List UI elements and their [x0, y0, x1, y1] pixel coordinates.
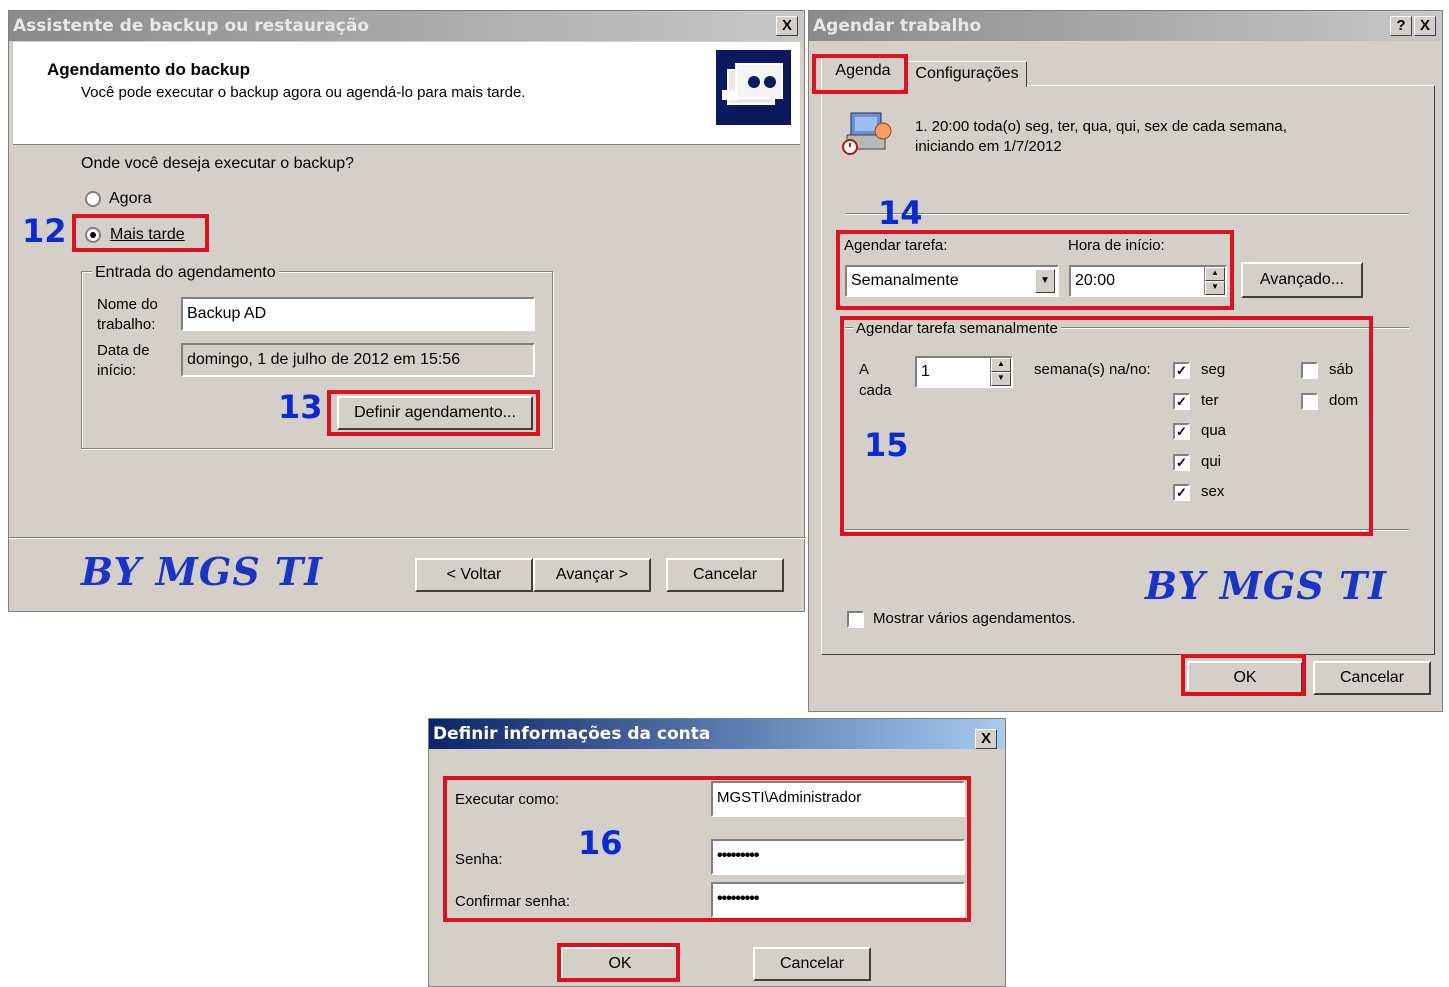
cancel-button[interactable]: Cancelar [1313, 661, 1431, 695]
step-number-13: 13 [278, 388, 323, 426]
highlight-agenda-tab [812, 54, 908, 94]
help-icon[interactable]: ? [1390, 16, 1412, 36]
job-name-label-2: trabalho: [97, 316, 156, 333]
cancel-button[interactable]: Cancelar [666, 558, 784, 592]
step-number-12: 12 [22, 212, 67, 250]
tab-settings[interactable]: Configurações [907, 61, 1027, 87]
close-icon[interactable]: X [1414, 16, 1436, 36]
start-date-field: domingo, 1 de julho de 2012 em 15:56 [181, 343, 535, 377]
back-button[interactable]: < Voltar [415, 558, 533, 592]
radio-now[interactable] [85, 191, 101, 207]
schedule-summary-line-1: 1. 20:00 toda(o) seg, ter, qua, qui, sex… [915, 118, 1287, 135]
highlight-task-time [836, 230, 1234, 310]
backup-wizard-window: Assistente de backup ou restauração X Ag… [8, 10, 806, 612]
window-title: Assistente de backup ou restauração [13, 16, 370, 36]
wizard-header: Agendamento do backup Você pode executar… [13, 42, 800, 145]
start-date-label-1: Data de [97, 342, 150, 359]
step-number-16: 16 [578, 824, 623, 862]
schedule-summary-line-2: iniciando em 1/7/2012 [915, 138, 1062, 155]
highlight-ok-account [557, 943, 680, 982]
account-info-titlebar[interactable]: Definir informações da conta [429, 719, 1005, 749]
wizard-footer-separator [9, 537, 806, 539]
watermark: BY MGS TI [1145, 563, 1388, 608]
cancel-button[interactable]: Cancelar [753, 947, 871, 981]
scheduled-task-icon [839, 109, 899, 157]
header-title: Agendamento do backup [47, 60, 251, 79]
highlight-account [443, 776, 971, 922]
schedule-entry-group-title: Entrada do agendamento [92, 264, 279, 282]
advanced-button[interactable]: Avançado... [1241, 262, 1363, 298]
show-multiple-label: Mostrar vários agendamentos. [873, 610, 1076, 627]
tab-settings-label: Configurações [915, 65, 1019, 82]
schedule-job-titlebar[interactable]: Agendar trabalho [809, 11, 1442, 41]
next-button[interactable]: Avançar > [533, 558, 651, 592]
summary-separator [845, 213, 1409, 215]
highlight-weekly [840, 316, 1373, 536]
close-icon[interactable]: X [776, 16, 798, 36]
window-title: Definir informações da conta [433, 724, 711, 744]
question-label: Onde você deseja executar o backup? [81, 155, 355, 172]
highlight-later-option [72, 214, 209, 252]
job-name-field[interactable]: Backup AD [181, 297, 535, 331]
show-multiple-checkbox[interactable] [847, 611, 864, 628]
radio-now-label: Agora [109, 190, 152, 207]
highlight-ok-schedule [1181, 654, 1306, 696]
watermark: BY MGS TI [81, 549, 324, 594]
window-title: Agendar trabalho [813, 16, 982, 36]
backup-wizard-icon [716, 50, 791, 125]
header-subtitle: Você pode executar o backup agora ou age… [81, 84, 526, 101]
close-icon[interactable]: X [975, 729, 997, 749]
step-number-15: 15 [864, 426, 909, 464]
backup-wizard-titlebar[interactable]: Assistente de backup ou restauração [9, 11, 804, 41]
start-date-label-2: início: [97, 362, 137, 379]
step-number-14: 14 [878, 194, 923, 232]
highlight-define-schedule [327, 390, 540, 436]
job-name-label-1: Nome do [97, 296, 158, 313]
